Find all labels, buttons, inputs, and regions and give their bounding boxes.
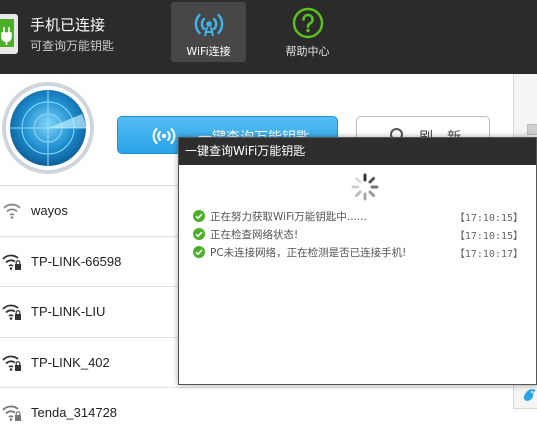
wifi-ssid: TP-LINK-66598 bbox=[31, 253, 122, 269]
query-dialog: 一键查询WiFi万能钥匙 正在努力获取WiFi万能钥匙中...... 【17:1… bbox=[178, 137, 537, 385]
wifi-ssid: TP-LINK_402 bbox=[31, 354, 110, 370]
radar-scan-icon bbox=[2, 82, 94, 174]
tab-wifi-connect-label: WiFi连接 bbox=[186, 45, 231, 58]
question-icon bbox=[292, 7, 324, 39]
wifi-ssid: Tenda_314728 bbox=[31, 405, 118, 420]
log-timestamp: 【17:10:15】 bbox=[454, 213, 523, 224]
app-header: 手机已连接 可查询万能钥匙 WiFi连接 帮助中心 bbox=[0, 0, 537, 74]
tab-help-center[interactable]: 帮助中心 bbox=[270, 2, 345, 62]
wifi-icon bbox=[194, 13, 224, 37]
dialog-title: 一键查询WiFi万能钥匙 bbox=[179, 138, 536, 165]
bird-icon bbox=[523, 389, 536, 401]
wifi-locked-icon bbox=[2, 405, 21, 421]
wifi-locked-icon bbox=[2, 355, 21, 371]
check-circle-icon bbox=[193, 228, 205, 240]
wifi-list-item[interactable]: Tenda_314728 bbox=[0, 388, 513, 433]
log-message: PC未连接网络，正在检测是否已连接手机! bbox=[210, 247, 407, 259]
log-timestamp: 【17:10:15】 bbox=[454, 231, 523, 242]
status-log: 正在努力获取WiFi万能钥匙中...... 【17:10:15】 正在检查网络状… bbox=[193, 207, 523, 261]
check-circle-icon bbox=[193, 246, 205, 258]
tab-help-center-label: 帮助中心 bbox=[285, 45, 330, 58]
wifi-key-icon bbox=[152, 128, 176, 144]
phone-connected-icon bbox=[0, 14, 18, 54]
connection-status-subtitle: 可查询万能钥匙 bbox=[30, 39, 115, 53]
check-circle-icon bbox=[193, 210, 205, 222]
log-message: 正在努力获取WiFi万能钥匙中...... bbox=[210, 211, 367, 223]
wifi-signal-icon bbox=[3, 203, 21, 219]
panel-footer bbox=[513, 408, 537, 433]
log-entry: 正在努力获取WiFi万能钥匙中...... 【17:10:15】 bbox=[193, 207, 523, 225]
log-timestamp: 【17:10:17】 bbox=[454, 249, 523, 260]
connection-status-title: 手机已连接 bbox=[30, 16, 106, 34]
tab-wifi-connect[interactable]: WiFi连接 bbox=[171, 2, 246, 62]
wifi-locked-icon bbox=[2, 304, 21, 320]
log-message: 正在检查网络状态! bbox=[210, 229, 299, 241]
wifi-locked-icon bbox=[2, 254, 21, 270]
panel-checkbox[interactable] bbox=[527, 124, 537, 135]
wifi-ssid: TP-LINK-LIU bbox=[31, 304, 106, 319]
log-entry: PC未连接网络，正在检测是否已连接手机! 【17:10:17】 bbox=[193, 243, 523, 261]
loading-spinner-icon bbox=[351, 173, 379, 201]
log-entry: 正在检查网络状态! 【17:10:15】 bbox=[193, 225, 523, 243]
wifi-ssid: wayos bbox=[31, 203, 68, 218]
